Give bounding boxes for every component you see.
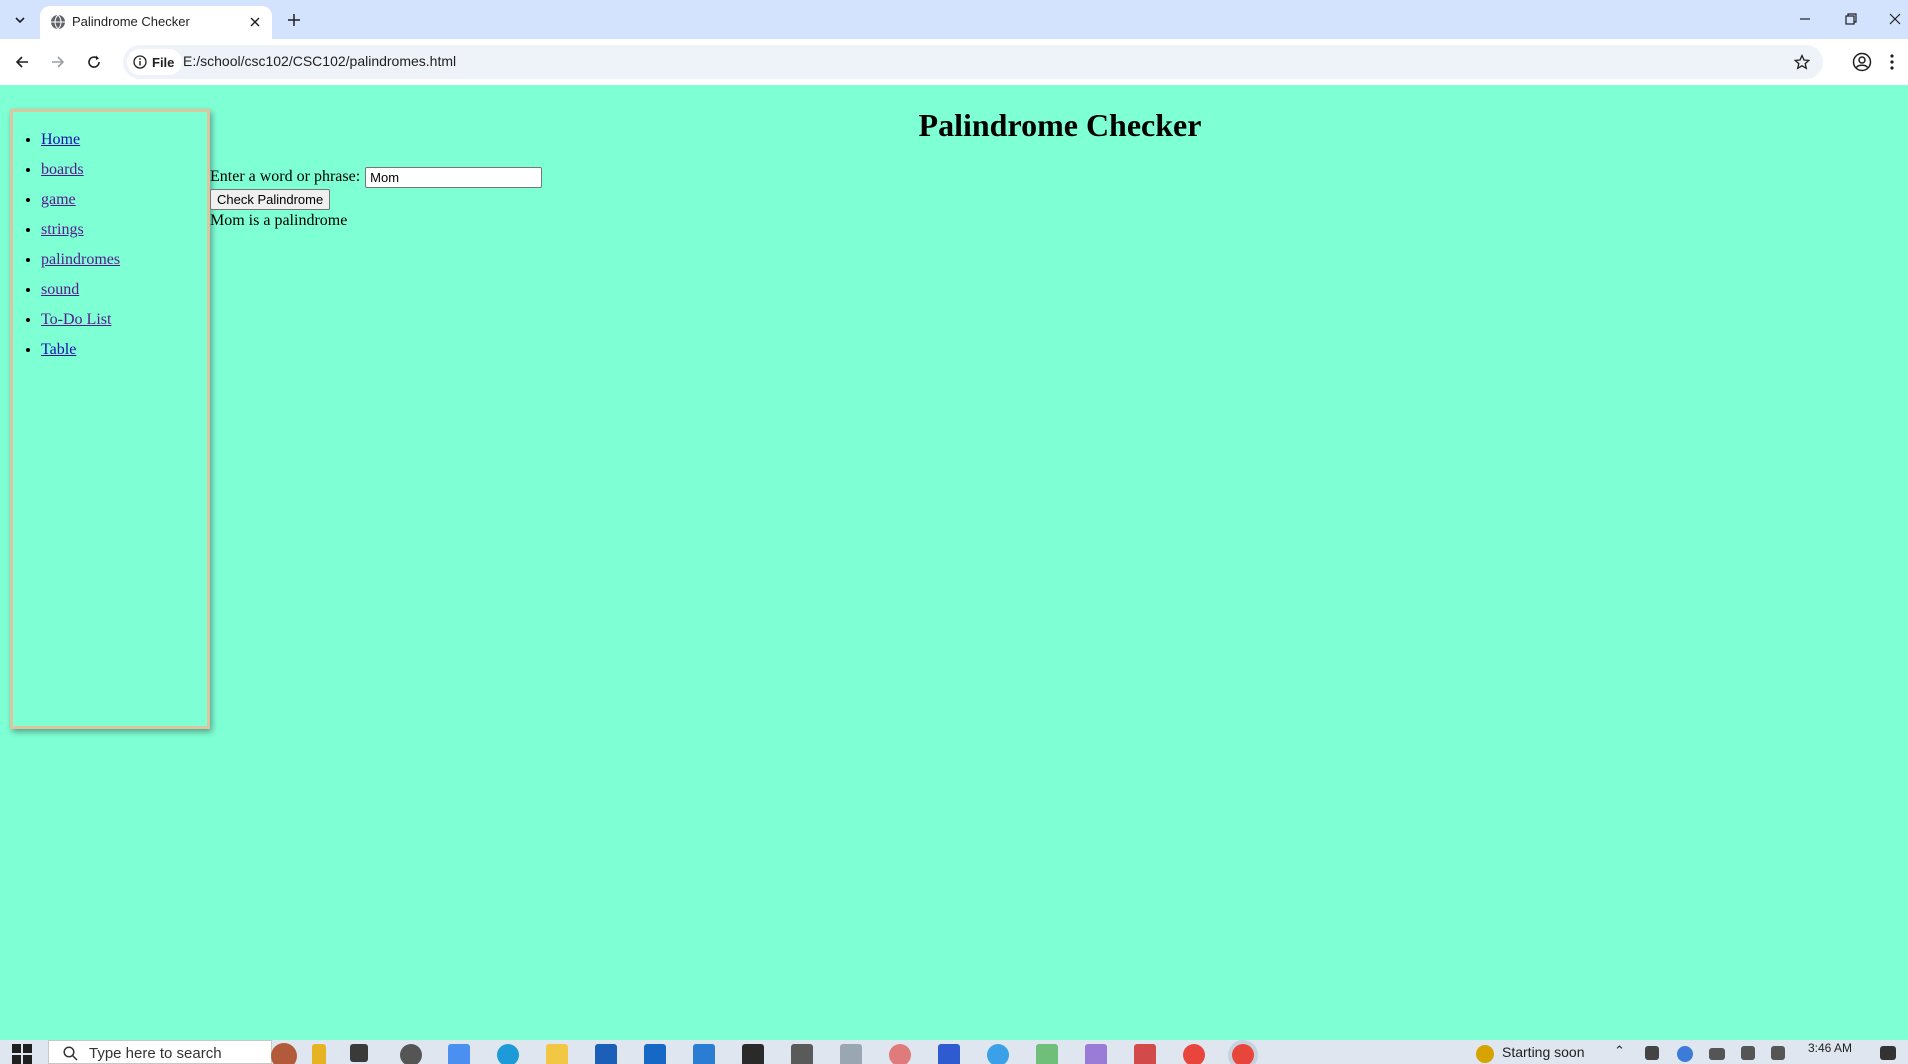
palindrome-form: Enter a word or phrase: Check Palindrome… [210, 166, 543, 231]
sidebar-link-game[interactable]: game [41, 191, 76, 208]
sidebar-item-strings: strings [41, 215, 207, 245]
page-title: Palindrome Checker [918, 107, 1202, 143]
taskbar-clock[interactable]: 3:46 AM [1808, 1041, 1852, 1055]
check-palindrome-button[interactable]: Check Palindrome [210, 189, 331, 210]
restore-icon[interactable] [1836, 5, 1866, 33]
input-row: Enter a word or phrase: [210, 166, 543, 188]
taskbar-search-placeholder: Type here to search [89, 1045, 222, 1062]
weather-text[interactable]: Starting soon [1502, 1044, 1585, 1060]
sidebar-nav-list: Home boards game strings palindromes sou… [13, 125, 207, 365]
info-icon [133, 55, 147, 69]
battery-icon[interactable] [1709, 1048, 1725, 1060]
paint-icon[interactable] [889, 1044, 911, 1064]
browser-tab-active[interactable]: Palindrome Checker [40, 6, 272, 39]
bookmark-star-icon[interactable] [1791, 51, 1813, 73]
project-app-icon[interactable] [1036, 1044, 1058, 1064]
site-info-chip[interactable]: File [127, 49, 183, 75]
teams-icon[interactable] [1134, 1044, 1156, 1064]
search-icon [63, 1046, 78, 1061]
sidebar-item-sound: sound [41, 275, 207, 305]
widgets-icon[interactable] [400, 1044, 422, 1064]
sidebar-item-boards: boards [41, 155, 207, 185]
sidebar-link-table[interactable]: Table [41, 341, 76, 358]
url-text[interactable]: E:/school/csc102/CSC102/palindromes.html [183, 53, 456, 69]
chrome-icon[interactable] [1183, 1044, 1205, 1064]
result-text: Mom is a palindrome [210, 212, 348, 229]
sidebar-nav: Home boards game strings palindromes sou… [10, 109, 210, 729]
word-input-label: Enter a word or phrase: [210, 168, 361, 185]
powershell-icon[interactable] [938, 1044, 960, 1064]
sidebar-link-sound[interactable]: sound [41, 281, 79, 298]
close-window-icon[interactable] [1880, 5, 1908, 33]
site-info-label: File [152, 54, 175, 70]
address-bar[interactable]: File E:/school/csc102/CSC102/palindromes… [123, 45, 1823, 79]
sidebar-link-todo-list[interactable]: To-Do List [41, 311, 111, 328]
publisher-icon[interactable] [1085, 1044, 1107, 1064]
word-input[interactable] [365, 166, 543, 188]
globe-icon [51, 14, 65, 30]
terminal-icon[interactable] [742, 1044, 764, 1064]
volume-icon[interactable] [1771, 1046, 1785, 1060]
wifi-icon[interactable] [1741, 1046, 1755, 1060]
sidebar-link-palindromes[interactable]: palindromes [41, 251, 120, 268]
sidebar-item-home: Home [41, 125, 207, 155]
outlook-icon[interactable] [644, 1044, 666, 1064]
windows-start-icon[interactable] [12, 1044, 32, 1064]
back-arrow-icon[interactable] [8, 48, 36, 76]
windows-taskbar: Type here to search Starting soon ⌃ 3:46… [0, 1040, 1908, 1064]
sidebar-link-boards[interactable]: boards [41, 161, 84, 178]
tab-close-icon[interactable] [246, 13, 264, 31]
forward-arrow-icon[interactable] [44, 48, 72, 76]
sidebar-item-todo-list: To-Do List [41, 305, 207, 335]
sidebar-item-palindromes: palindromes [41, 245, 207, 275]
new-tab-plus-icon[interactable] [283, 9, 305, 31]
sidebar-item-game: game [41, 185, 207, 215]
browser-menu-icon[interactable] [1882, 48, 1902, 76]
taskbar-search-box[interactable]: Type here to search [48, 1040, 297, 1064]
task-view-icon[interactable] [350, 1044, 368, 1062]
sidebar-link-strings[interactable]: strings [41, 221, 84, 238]
minimize-icon[interactable] [1790, 5, 1820, 33]
browser-toolbar: File E:/school/csc102/CSC102/palindromes… [0, 39, 1908, 85]
weather-icon[interactable] [1476, 1045, 1494, 1063]
onedrive-icon[interactable] [1677, 1046, 1693, 1062]
cloud-app-icon[interactable] [987, 1044, 1009, 1064]
reload-icon[interactable] [80, 48, 108, 76]
tab-search-chevron-icon[interactable] [8, 8, 32, 32]
sidebar-item-table: Table [41, 335, 207, 365]
pen-app-icon[interactable] [791, 1044, 813, 1064]
tray-chevron-icon[interactable]: ⌃ [1614, 1043, 1625, 1059]
chrome-active-icon[interactable] [1232, 1044, 1254, 1064]
file-explorer-icon[interactable] [546, 1044, 568, 1064]
notepad-icon[interactable] [840, 1044, 862, 1064]
vscode-icon[interactable] [693, 1044, 715, 1064]
pinned-app-icon[interactable] [312, 1044, 326, 1064]
edge-icon[interactable] [497, 1044, 519, 1064]
store-icon[interactable] [595, 1044, 617, 1064]
browser-tab-strip: Palindrome Checker [0, 0, 1908, 39]
tab-title: Palindrome Checker [72, 14, 190, 29]
tray-app-icon[interactable] [1645, 1046, 1659, 1060]
copilot-icon[interactable] [448, 1044, 470, 1064]
search-highlight-icon[interactable] [271, 1043, 297, 1064]
profile-icon[interactable] [1848, 48, 1876, 76]
sidebar-link-home[interactable]: Home [41, 131, 80, 148]
notifications-icon[interactable] [1880, 1046, 1896, 1060]
